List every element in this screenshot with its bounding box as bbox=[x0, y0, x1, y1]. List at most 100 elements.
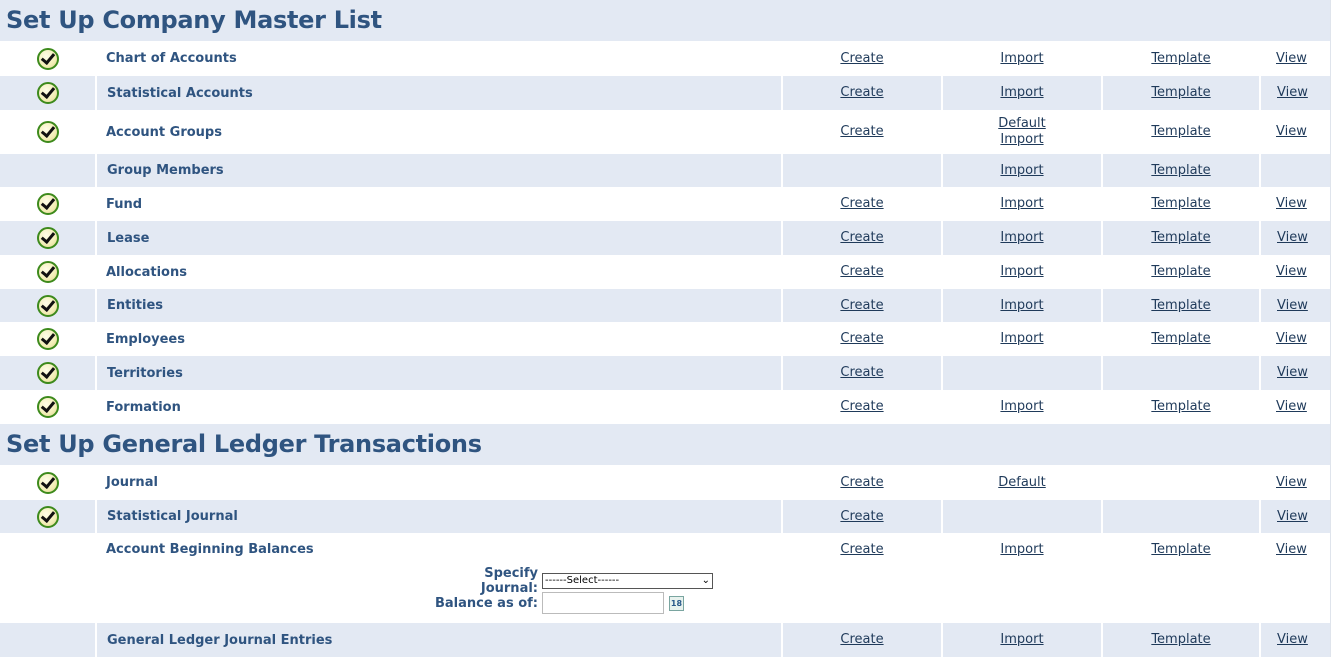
row-label: Territories bbox=[95, 356, 782, 390]
view-link[interactable]: View bbox=[1276, 124, 1307, 140]
template-link[interactable]: Template bbox=[1151, 331, 1210, 347]
view-link[interactable]: View bbox=[1276, 475, 1307, 491]
view-link[interactable]: View bbox=[1276, 331, 1307, 347]
row-label: Group Members bbox=[95, 154, 782, 187]
row-general-ledger-journal-entries: General Ledger Journal Entries Create Im… bbox=[0, 623, 1330, 657]
create-link[interactable]: Create bbox=[840, 399, 883, 415]
import-link[interactable]: Import bbox=[1000, 331, 1043, 347]
check-circle-icon bbox=[37, 471, 59, 494]
balance-form-row: Specify Journal: ------Select------ ⌄ Ba… bbox=[0, 566, 1330, 623]
create-link[interactable]: Create bbox=[840, 264, 883, 280]
create-link[interactable]: Create bbox=[840, 331, 883, 347]
default-link[interactable]: Default bbox=[998, 475, 1046, 491]
calendar-icon[interactable]: 18 bbox=[669, 595, 684, 611]
row-lease: Lease Create Import Template View bbox=[0, 221, 1330, 255]
section-title-general-ledger-transactions: Set Up General Ledger Transactions bbox=[0, 424, 1330, 465]
import-link[interactable]: Import bbox=[1000, 132, 1043, 148]
import-link[interactable]: Import bbox=[1000, 230, 1043, 246]
template-link[interactable]: Template bbox=[1151, 163, 1210, 179]
row-label: Account Beginning Balances bbox=[106, 542, 314, 557]
check-circle-icon bbox=[37, 328, 59, 350]
row-statistical-journal: Statistical Journal Create View bbox=[0, 500, 1330, 533]
row-label: Fund bbox=[106, 196, 143, 212]
import-link[interactable]: Import bbox=[1000, 196, 1043, 212]
setup-page: Set Up Company Master List Chart of Acco… bbox=[0, 0, 1331, 657]
row-entities: Entities Create Import Template View bbox=[0, 289, 1330, 322]
row-label: Entities bbox=[95, 289, 782, 322]
row-label: Lease bbox=[95, 221, 782, 255]
row-formation: Formation Create Import Template View bbox=[0, 390, 1330, 424]
create-link[interactable]: Create bbox=[840, 475, 883, 491]
create-link[interactable]: Create bbox=[840, 542, 883, 558]
check-circle-icon bbox=[37, 121, 59, 143]
template-link[interactable]: Template bbox=[1151, 196, 1210, 212]
view-link[interactable]: View bbox=[1277, 85, 1308, 101]
row-label: General Ledger Journal Entries bbox=[95, 623, 782, 657]
import-link[interactable]: Import bbox=[1000, 51, 1043, 67]
view-link[interactable]: View bbox=[1276, 51, 1307, 67]
balance-form: Specify Journal: ------Select------ ⌄ Ba… bbox=[430, 566, 1330, 623]
row-account-groups: Account Groups Create Default Import Temp… bbox=[0, 110, 1330, 154]
check-circle-icon bbox=[37, 193, 59, 215]
import-link[interactable]: Import bbox=[1000, 264, 1043, 280]
view-link[interactable]: View bbox=[1277, 509, 1308, 525]
create-link[interactable]: Create bbox=[840, 196, 883, 212]
check-circle-icon bbox=[36, 82, 59, 104]
row-statistical-accounts: Statistical Accounts Create Import Templ… bbox=[0, 76, 1330, 110]
row-journal: Journal Create Default View bbox=[0, 465, 1330, 500]
row-label: Employees bbox=[106, 331, 185, 347]
row-account-beginning-balances: Account Beginning Balances Create Import… bbox=[0, 533, 1330, 566]
view-link[interactable]: View bbox=[1276, 264, 1307, 280]
template-link[interactable]: Template bbox=[1151, 51, 1210, 67]
template-link[interactable]: Template bbox=[1151, 632, 1210, 648]
check-circle-icon bbox=[37, 47, 59, 70]
create-link[interactable]: Create bbox=[840, 124, 883, 140]
template-link[interactable]: Template bbox=[1151, 230, 1210, 246]
view-link[interactable]: View bbox=[1276, 196, 1307, 212]
row-label: Formation bbox=[106, 399, 181, 415]
specify-journal-select[interactable]: ------Select------ ⌄ bbox=[542, 572, 713, 589]
import-link[interactable]: Import bbox=[1000, 85, 1043, 101]
template-link[interactable]: Template bbox=[1151, 298, 1210, 314]
create-link[interactable]: Create bbox=[840, 509, 883, 525]
template-link[interactable]: Template bbox=[1151, 264, 1210, 280]
row-group-members: Group Members Import Template bbox=[0, 154, 1330, 187]
template-link[interactable]: Template bbox=[1151, 124, 1210, 140]
import-link[interactable]: Import bbox=[1000, 163, 1043, 179]
import-link[interactable]: Import bbox=[1000, 298, 1043, 314]
chevron-down-icon: ⌄ bbox=[701, 574, 710, 586]
row-label: Statistical Journal bbox=[95, 500, 782, 533]
row-allocations: Allocations Create Import Template View bbox=[0, 255, 1330, 289]
import-link[interactable]: Import bbox=[1000, 542, 1043, 558]
view-link[interactable]: View bbox=[1277, 230, 1308, 246]
row-label: Statistical Accounts bbox=[95, 76, 782, 110]
create-link[interactable]: Create bbox=[840, 230, 883, 246]
view-link[interactable]: View bbox=[1276, 542, 1307, 558]
create-link[interactable]: Create bbox=[840, 632, 883, 648]
create-link[interactable]: Create bbox=[840, 298, 883, 314]
balance-as-of-label: Balance as of: bbox=[434, 595, 538, 611]
check-circle-icon bbox=[36, 227, 59, 249]
row-label: Allocations bbox=[106, 264, 187, 280]
create-link[interactable]: Create bbox=[840, 85, 883, 101]
check-circle-icon bbox=[36, 505, 59, 528]
view-link[interactable]: View bbox=[1277, 298, 1308, 314]
template-link[interactable]: Template bbox=[1151, 542, 1210, 558]
template-link[interactable]: Template bbox=[1151, 85, 1210, 101]
view-link[interactable]: View bbox=[1277, 632, 1308, 648]
row-chart-of-accounts: Chart of Accounts Create Import Template… bbox=[0, 41, 1330, 76]
view-link[interactable]: View bbox=[1277, 365, 1308, 381]
create-link[interactable]: Create bbox=[840, 51, 883, 67]
default-link[interactable]: Default bbox=[998, 116, 1046, 132]
check-circle-icon bbox=[37, 261, 59, 283]
specify-journal-selected: ------Select------ bbox=[545, 574, 620, 586]
check-circle-icon bbox=[37, 396, 59, 418]
view-link[interactable]: View bbox=[1276, 399, 1307, 415]
import-link[interactable]: Import bbox=[1000, 399, 1043, 415]
import-link[interactable]: Import bbox=[1000, 632, 1043, 648]
general-ledger-transactions-table: Journal Create Default View Statistical … bbox=[0, 465, 1330, 657]
balance-as-of-input[interactable] bbox=[542, 592, 664, 614]
create-link[interactable]: Create bbox=[840, 365, 883, 381]
template-link[interactable]: Template bbox=[1151, 399, 1210, 415]
row-label: Journal bbox=[106, 475, 158, 490]
